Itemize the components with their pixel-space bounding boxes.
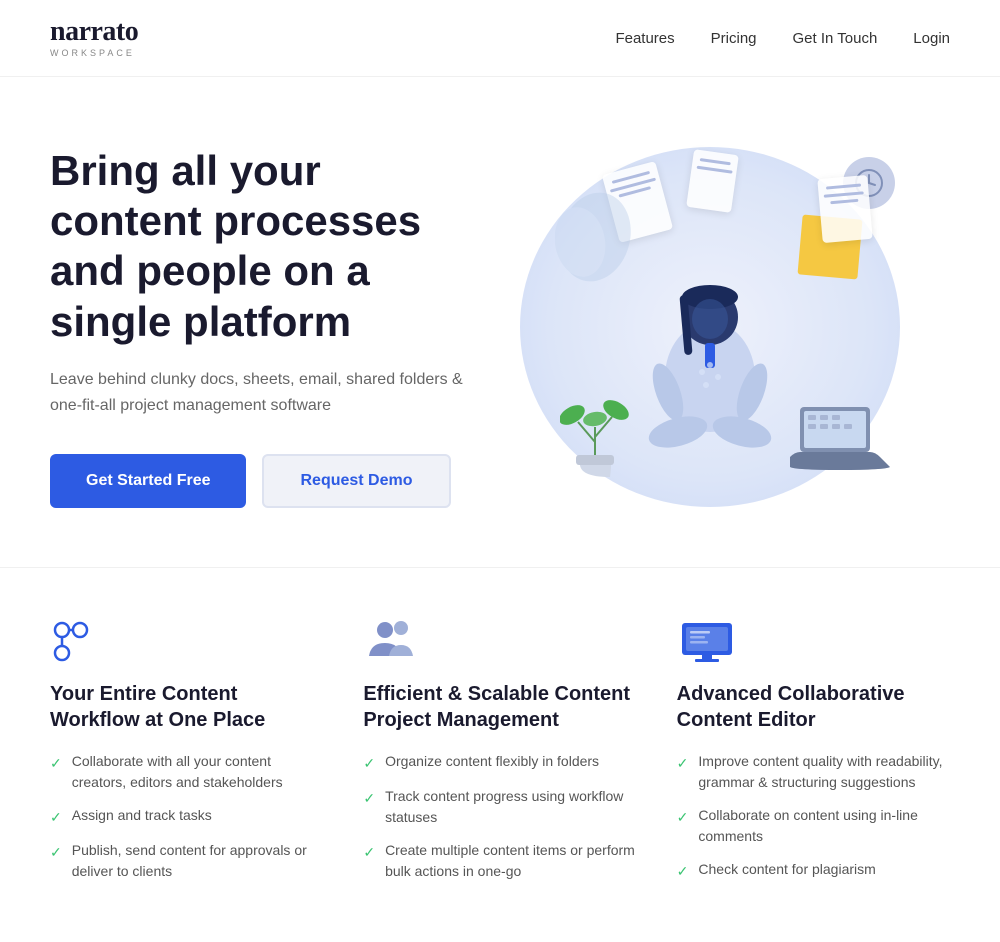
list-item: ✓ Collaborate on content using in-line c… [677, 805, 950, 847]
management-icon [363, 618, 636, 663]
request-demo-button[interactable]: Request Demo [262, 454, 450, 508]
hero-title: Bring all your content processes and peo… [50, 146, 470, 348]
feature-item-text: Organize content flexibly in folders [385, 751, 599, 772]
hero-illustration [470, 137, 950, 517]
header: narrato WORKSPACE Features Pricing Get I… [0, 0, 1000, 77]
hero-buttons: Get Started Free Request Demo [50, 454, 470, 508]
check-icon: ✓ [363, 842, 375, 863]
feature-editor-list: ✓ Improve content quality with readabili… [677, 751, 950, 882]
check-icon: ✓ [50, 807, 62, 828]
laptop-illustration [790, 402, 890, 472]
feature-item-text: Collaborate on content using in-line com… [698, 805, 950, 847]
feature-item-text: Assign and track tasks [72, 805, 212, 826]
feature-item-text: Check content for plagiarism [698, 859, 875, 880]
hero-section: Bring all your content processes and peo… [0, 77, 1000, 567]
leaf-decoration [555, 187, 635, 287]
nav-login[interactable]: Login [913, 30, 950, 47]
logo: narrato WORKSPACE [50, 18, 138, 58]
nav-get-in-touch[interactable]: Get In Touch [793, 30, 878, 47]
feature-workflow: Your Entire Content Workflow at One Plac… [50, 618, 323, 882]
feature-management-list: ✓ Organize content flexibly in folders ✓… [363, 751, 636, 882]
nav: Features Pricing Get In Touch Login [615, 30, 950, 47]
check-icon: ✓ [677, 807, 689, 828]
feature-item-text: Create multiple content items or perform… [385, 840, 637, 882]
get-started-button[interactable]: Get Started Free [50, 454, 246, 508]
workflow-icon [50, 618, 323, 663]
list-item: ✓ Organize content flexibly in folders [363, 751, 636, 774]
editor-icon [677, 618, 950, 663]
logo-sub: WORKSPACE [50, 48, 135, 58]
list-item: ✓ Check content for plagiarism [677, 859, 950, 882]
logo-text: narrato [50, 18, 138, 46]
hero-left: Bring all your content processes and peo… [50, 146, 470, 509]
feature-workflow-list: ✓ Collaborate with all your content crea… [50, 751, 323, 882]
nav-pricing[interactable]: Pricing [711, 30, 757, 47]
list-item: ✓ Assign and track tasks [50, 805, 323, 828]
feature-management-title: Efficient & Scalable Content Project Man… [363, 681, 636, 733]
feature-editor: Advanced Collaborative Content Editor ✓ … [677, 618, 950, 882]
hero-subtitle: Leave behind clunky docs, sheets, email,… [50, 367, 470, 418]
person-illustration [610, 247, 810, 487]
feature-management: Efficient & Scalable Content Project Man… [363, 618, 636, 882]
nav-features[interactable]: Features [615, 30, 674, 47]
feature-item-text: Publish, send content for approvals or d… [72, 840, 324, 882]
check-icon: ✓ [677, 753, 689, 774]
check-icon: ✓ [677, 861, 689, 882]
check-icon: ✓ [363, 753, 375, 774]
plant-illustration [560, 387, 630, 477]
list-item: ✓ Publish, send content for approvals or… [50, 840, 323, 882]
paper-3 [817, 175, 872, 243]
feature-workflow-title: Your Entire Content Workflow at One Plac… [50, 681, 323, 733]
paper-2 [686, 149, 739, 213]
list-item: ✓ Create multiple content items or perfo… [363, 840, 636, 882]
check-icon: ✓ [50, 753, 62, 774]
check-icon: ✓ [363, 788, 375, 809]
features-section: Your Entire Content Workflow at One Plac… [0, 567, 1000, 942]
check-icon: ✓ [50, 842, 62, 863]
feature-item-text: Track content progress using workflow st… [385, 786, 637, 828]
list-item: ✓ Track content progress using workflow … [363, 786, 636, 828]
feature-editor-title: Advanced Collaborative Content Editor [677, 681, 950, 733]
